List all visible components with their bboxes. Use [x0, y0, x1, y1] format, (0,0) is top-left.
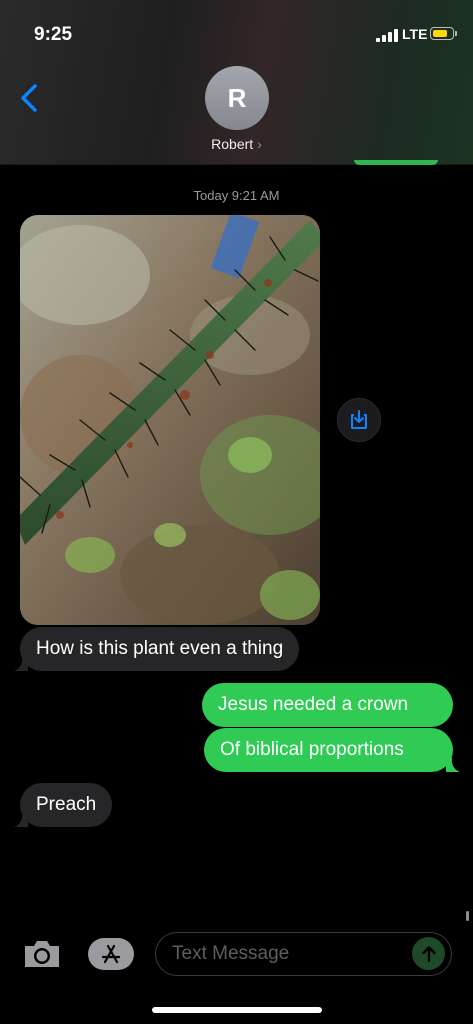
contact-avatar[interactable]: R	[205, 66, 269, 130]
message-input[interactable]: Text Message	[155, 932, 452, 976]
message-bubble-sent[interactable]: Of biblical proportions	[204, 728, 453, 772]
back-button[interactable]	[16, 82, 44, 114]
camera-button[interactable]	[22, 938, 62, 970]
send-button[interactable]	[412, 937, 445, 970]
message-bubble-sent[interactable]: Jesus needed a crown	[202, 683, 453, 727]
cellular-signal-icon	[376, 28, 398, 42]
network-type: LTE	[402, 26, 428, 42]
message-input-placeholder: Text Message	[172, 943, 290, 964]
message-bubble-received[interactable]: Preach	[20, 783, 113, 827]
photo-attachment[interactable]	[20, 215, 320, 625]
apps-button[interactable]	[88, 938, 134, 970]
save-download-icon	[351, 410, 367, 429]
contact-chevron-icon: ›	[257, 136, 262, 152]
camera-icon	[25, 941, 59, 967]
battery-icon	[430, 27, 454, 40]
save-photo-button[interactable]	[337, 398, 381, 442]
arrow-up-icon	[421, 945, 436, 962]
conversation-header: 9:25 LTE R Robert ›	[0, 0, 473, 165]
home-indicator[interactable]	[152, 1007, 322, 1013]
contact-name-button[interactable]: Robert ›	[0, 136, 473, 152]
status-time: 9:25	[34, 24, 73, 45]
scrolled-bubble-edge	[354, 160, 438, 165]
message-bubble-received[interactable]: How is this plant even a thing	[20, 627, 300, 671]
chevron-left-icon	[21, 84, 37, 112]
contact-name: Robert	[211, 136, 254, 152]
battery-tip	[455, 31, 457, 36]
thread-timestamp: Today 9:21 AM	[193, 188, 280, 203]
thorny-stem-image	[20, 215, 320, 625]
scroll-indicator[interactable]	[466, 911, 469, 921]
app-store-icon	[101, 944, 121, 964]
